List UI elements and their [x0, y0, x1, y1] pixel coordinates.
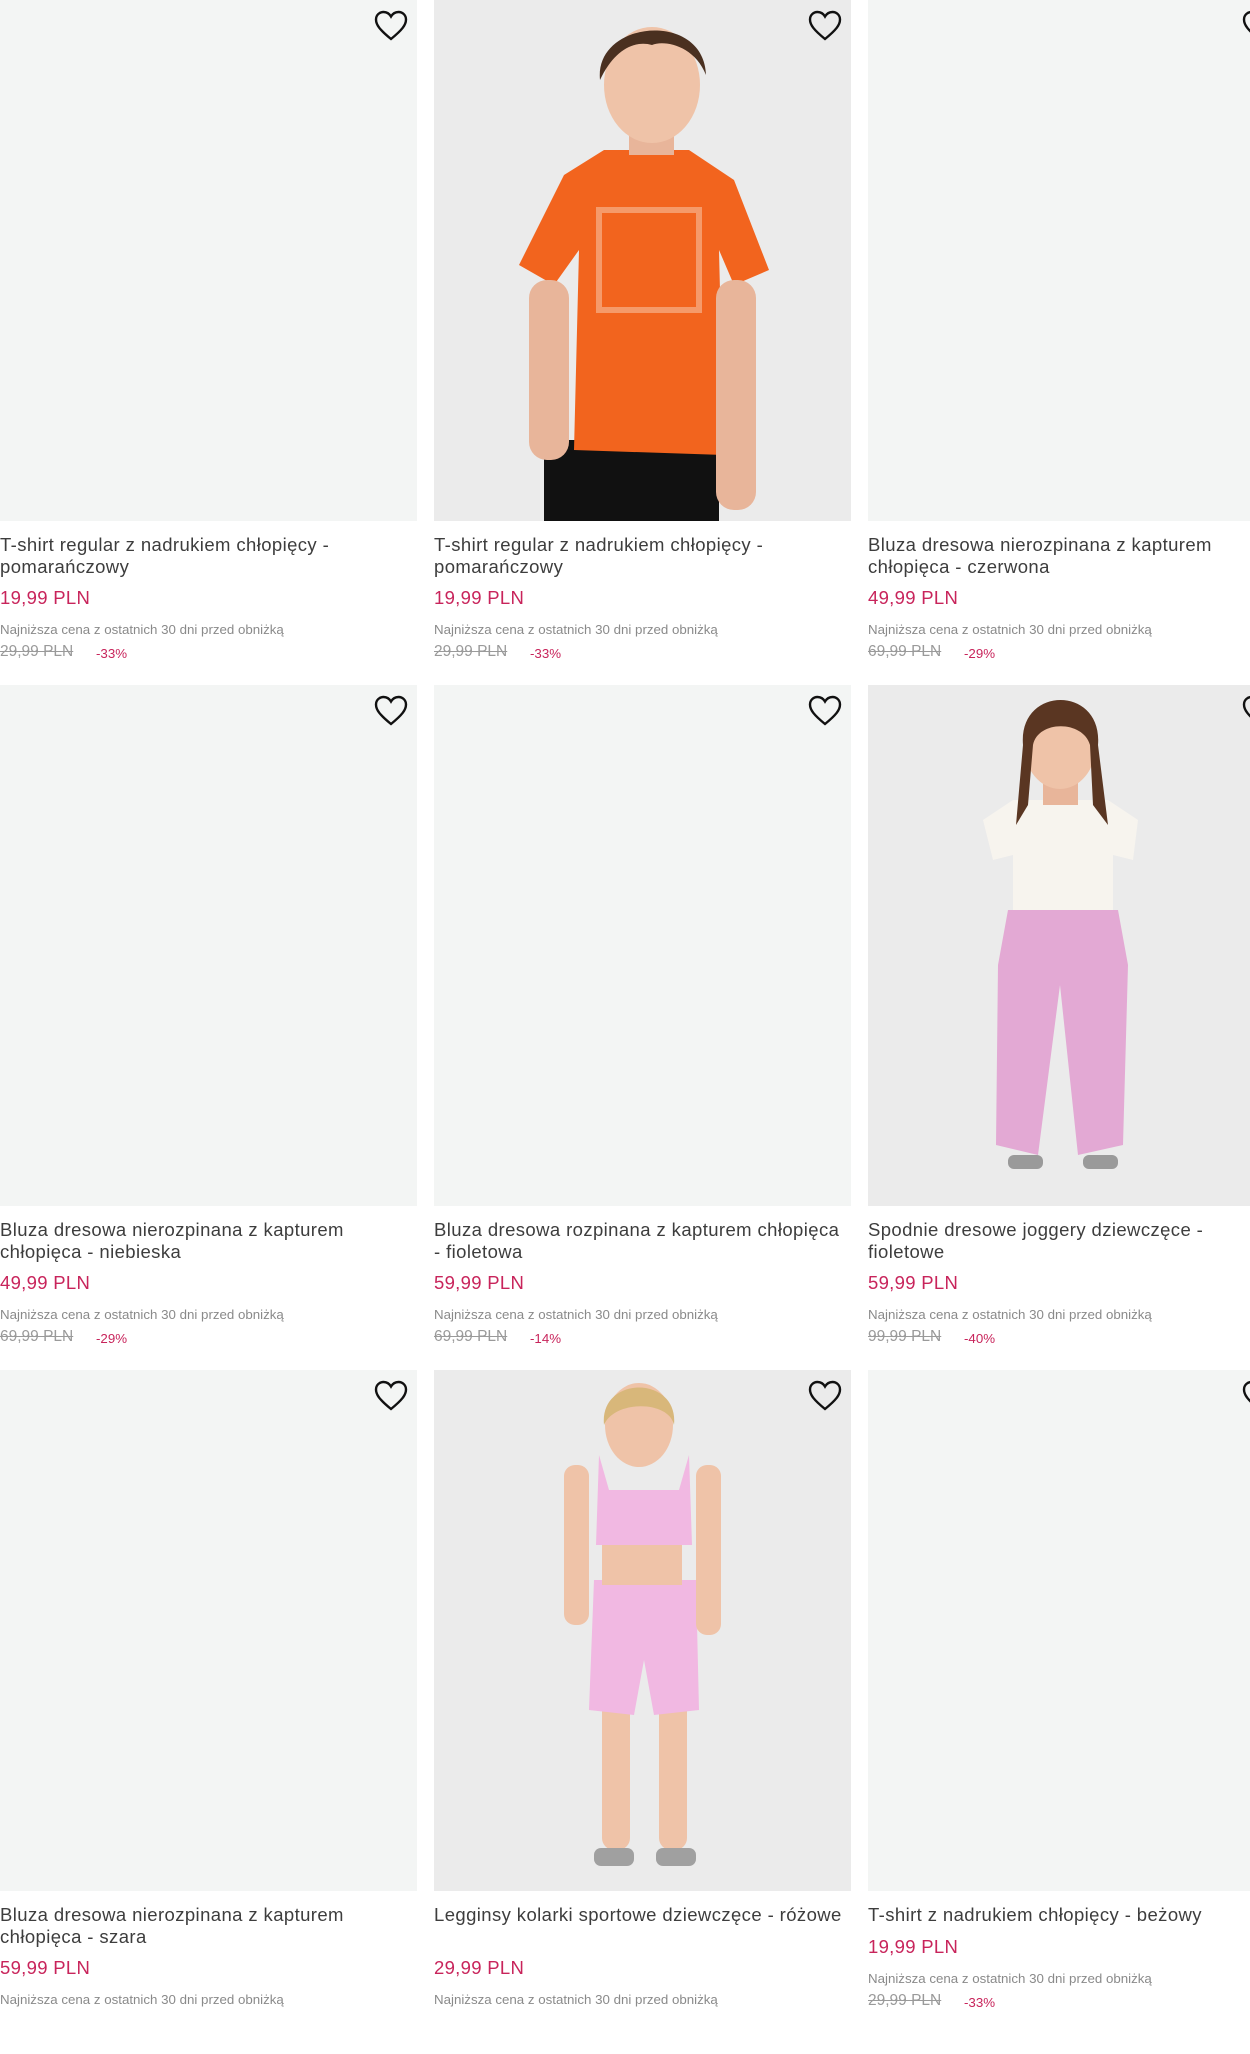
discount-badge: -33%: [530, 646, 562, 661]
old-price: 29,99 PLN: [434, 643, 508, 660]
product-title[interactable]: Legginsy kolarki sportowe dziewczęce - r…: [434, 1904, 846, 1926]
heart-icon[interactable]: [1242, 10, 1250, 42]
old-price: 99,99 PLN: [868, 1328, 942, 1345]
product-grid: T-shirt regular z nadrukiem chłopięcy - …: [0, 0, 1250, 2014]
product-price: 59,99 PLN: [434, 1272, 525, 1293]
discount-badge: -33%: [964, 1995, 996, 2010]
old-price: 69,99 PLN: [868, 643, 942, 660]
product-price: 19,99 PLN: [868, 1936, 959, 1957]
product-title[interactable]: T-shirt regular z nadrukiem chłopięcy - …: [0, 534, 412, 578]
product-card[interactable]: Spodnie dresowe joggery dziewczęce - fio…: [868, 685, 1250, 1369]
lowest-price-label: Najniższa cena z ostatnich 30 dni przed …: [868, 1971, 1152, 1986]
discount-badge: -40%: [964, 1331, 996, 1346]
discount-badge: -29%: [964, 646, 996, 661]
heart-icon[interactable]: [1242, 695, 1250, 727]
product-title[interactable]: Spodnie dresowe joggery dziewczęce - fio…: [868, 1219, 1250, 1263]
discount-badge: -33%: [96, 646, 128, 661]
discount-badge: -14%: [530, 1331, 562, 1346]
product-image[interactable]: [868, 1370, 1250, 1891]
product-card[interactable]: Bluza dresowa nierozpinana z kapturem ch…: [868, 0, 1250, 684]
product-price: 49,99 PLN: [868, 587, 959, 608]
old-price: 69,99 PLN: [434, 1328, 508, 1345]
lowest-price-label: Najniższa cena z ostatnich 30 dni przed …: [0, 1992, 284, 2007]
product-image[interactable]: [0, 1370, 417, 1891]
boy-orange-tshirt-photo: [434, 0, 851, 521]
product-price: 59,99 PLN: [0, 1957, 91, 1978]
discount-badge: -29%: [96, 1331, 128, 1346]
heart-icon[interactable]: [808, 1380, 842, 1412]
heart-icon[interactable]: [374, 1380, 408, 1412]
product-title[interactable]: Bluza dresowa nierozpinana z kapturem ch…: [0, 1219, 412, 1263]
product-title[interactable]: Bluza dresowa nierozpinana z kapturem ch…: [0, 1904, 412, 1948]
product-image[interactable]: [0, 685, 417, 1206]
product-price: 19,99 PLN: [434, 587, 525, 608]
heart-icon[interactable]: [374, 10, 408, 42]
product-price: 49,99 PLN: [0, 1272, 91, 1293]
heart-icon[interactable]: [808, 695, 842, 727]
old-price: 69,99 PLN: [0, 1328, 74, 1345]
product-title[interactable]: Bluza dresowa nierozpinana z kapturem ch…: [868, 534, 1250, 578]
product-card[interactable]: T-shirt regular z nadrukiem chłopięcy - …: [0, 0, 417, 684]
old-price: 29,99 PLN: [0, 643, 74, 660]
product-card[interactable]: Bluza dresowa nierozpinana z kapturem ch…: [0, 685, 417, 1369]
girl-pink-joggers-photo: [868, 685, 1250, 1206]
lowest-price-label: Najniższa cena z ostatnich 30 dni przed …: [0, 622, 284, 637]
product-image[interactable]: [868, 685, 1250, 1206]
lowest-price-label: Najniższa cena z ostatnich 30 dni przed …: [868, 1307, 1152, 1322]
product-price: 29,99 PLN: [434, 1957, 525, 1978]
product-price: 19,99 PLN: [0, 587, 91, 608]
product-card[interactable]: T-shirt z nadrukiem chłopięcy - beżowy 1…: [868, 1370, 1250, 2054]
product-card[interactable]: Bluza dresowa nierozpinana z kapturem ch…: [0, 1370, 417, 2054]
product-image[interactable]: [434, 685, 851, 1206]
lowest-price-label: Najniższa cena z ostatnich 30 dni przed …: [868, 622, 1152, 637]
product-card[interactable]: Bluza dresowa rozpinana z kapturem chłop…: [434, 685, 851, 1369]
product-title[interactable]: Bluza dresowa rozpinana z kapturem chłop…: [434, 1219, 846, 1263]
lowest-price-label: Najniższa cena z ostatnich 30 dni przed …: [434, 1307, 718, 1322]
product-image[interactable]: [868, 0, 1250, 521]
product-image[interactable]: [0, 0, 417, 521]
heart-icon[interactable]: [1242, 1380, 1250, 1412]
old-price: 29,99 PLN: [868, 1992, 942, 2009]
girl-pink-leggings-photo: [434, 1370, 851, 1891]
product-card[interactable]: T-shirt regular z nadrukiem chłopięcy - …: [434, 0, 851, 684]
product-image[interactable]: [434, 0, 851, 521]
heart-icon[interactable]: [808, 10, 842, 42]
product-title[interactable]: T-shirt z nadrukiem chłopięcy - beżowy: [868, 1904, 1250, 1926]
product-card[interactable]: Legginsy kolarki sportowe dziewczęce - r…: [434, 1370, 851, 2054]
lowest-price-label: Najniższa cena z ostatnich 30 dni przed …: [0, 1307, 284, 1322]
product-price: 59,99 PLN: [868, 1272, 959, 1293]
product-image[interactable]: [434, 1370, 851, 1891]
lowest-price-label: Najniższa cena z ostatnich 30 dni przed …: [434, 1992, 718, 2007]
heart-icon[interactable]: [374, 695, 408, 727]
product-title[interactable]: T-shirt regular z nadrukiem chłopięcy - …: [434, 534, 846, 578]
lowest-price-label: Najniższa cena z ostatnich 30 dni przed …: [434, 622, 718, 637]
